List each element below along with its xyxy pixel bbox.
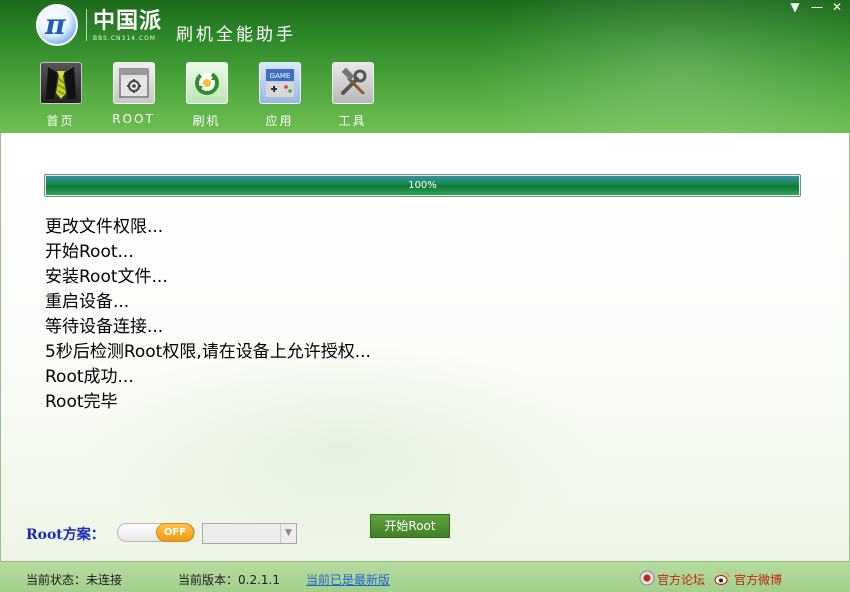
toolbar-label: 刷机 bbox=[192, 114, 221, 128]
toolbar-item-home[interactable]: 首页 bbox=[24, 62, 97, 129]
weibo-icon[interactable] bbox=[714, 570, 730, 586]
start-root-button[interactable]: 开始Root bbox=[370, 514, 450, 538]
game-console-icon: GAME bbox=[258, 62, 301, 104]
official-forum-link[interactable]: 官方论坛 bbox=[657, 571, 705, 588]
root-scheme-select[interactable]: ▼ bbox=[202, 523, 297, 544]
toolbar-label: ROOT bbox=[112, 112, 155, 126]
progress-bar: 100% bbox=[44, 174, 801, 197]
progress-label: 100% bbox=[408, 180, 437, 191]
logo: π 中国派 BBS.CN314.COM bbox=[36, 4, 162, 46]
log-line: 安装Root文件... bbox=[45, 267, 168, 287]
root-scheme-label: Root方案： bbox=[26, 527, 105, 543]
log-line: Root完毕 bbox=[45, 392, 118, 412]
chevron-down-icon[interactable]: ▼ bbox=[280, 524, 296, 543]
log-line: 5秒后检测Root权限,请在设备上允许授权... bbox=[45, 342, 371, 362]
forum-icon[interactable] bbox=[639, 570, 655, 586]
toolbar-label: 工具 bbox=[338, 114, 367, 128]
toolbar-label: 应用 bbox=[265, 114, 294, 128]
log-line: Root成功... bbox=[45, 367, 134, 387]
status-version: 当前版本：0.2.1.1 bbox=[178, 573, 280, 587]
status-connection: 当前状态：未连接 bbox=[26, 573, 123, 587]
toolbar-item-root[interactable]: ROOT bbox=[97, 62, 170, 129]
logo-en: BBS.CN314.COM bbox=[93, 34, 156, 42]
toolbar-item-tools[interactable]: 工具 bbox=[316, 62, 389, 129]
refresh-arrows-icon bbox=[185, 62, 228, 104]
log-line: 更改文件权限... bbox=[45, 217, 164, 237]
toggle-knob[interactable]: OFF bbox=[156, 523, 194, 542]
main-panel: 100% 更改文件权限... 开始Root... 安装Root文件... 重启设备..… bbox=[0, 133, 850, 561]
log-list: 更改文件权限... 开始Root... 安装Root文件... 重启设备... 等待设备… bbox=[45, 215, 371, 415]
game-icon-text: GAME bbox=[269, 72, 290, 80]
gear-box-icon bbox=[112, 62, 155, 104]
toolbar-item-apps[interactable]: GAME 应用 bbox=[243, 62, 316, 129]
window-minimize-button[interactable]: — bbox=[808, 0, 826, 14]
root-scheme-toggle[interactable]: OFF bbox=[117, 523, 195, 542]
logo-badge-icon: π bbox=[36, 4, 78, 46]
logo-divider bbox=[86, 9, 87, 41]
log-line: 等待设备连接... bbox=[45, 317, 164, 337]
toolbar-label: 首页 bbox=[46, 114, 75, 128]
log-line: 开始Root... bbox=[45, 242, 134, 262]
wrench-hammer-icon bbox=[331, 62, 374, 104]
status-bar: 当前状态：未连接 当前版本：0.2.1.1 当前已是最新版 官方论坛 官方微博 bbox=[0, 561, 850, 592]
log-line: 重启设备... bbox=[45, 292, 130, 312]
toolbar: 首页 ROOT 刷机 GAME 应用 工具 bbox=[24, 62, 389, 129]
window-close-button[interactable]: ✕ bbox=[828, 0, 846, 14]
latest-version-link[interactable]: 当前已是最新版 bbox=[306, 571, 390, 588]
header: π 中国派 BBS.CN314.COM 刷机全能助手 ▼ — ✕ 首页 ROOT… bbox=[0, 0, 850, 133]
app-title: 刷机全能助手 bbox=[176, 25, 296, 45]
toolbar-item-flash[interactable]: 刷机 bbox=[170, 62, 243, 129]
necktie-icon bbox=[39, 62, 82, 104]
window-menu-button[interactable]: ▼ bbox=[786, 0, 804, 14]
logo-text: 中国派 BBS.CN314.COM bbox=[93, 9, 162, 42]
logo-cn: 中国派 bbox=[93, 8, 163, 34]
official-weibo-link[interactable]: 官方微博 bbox=[734, 571, 782, 588]
